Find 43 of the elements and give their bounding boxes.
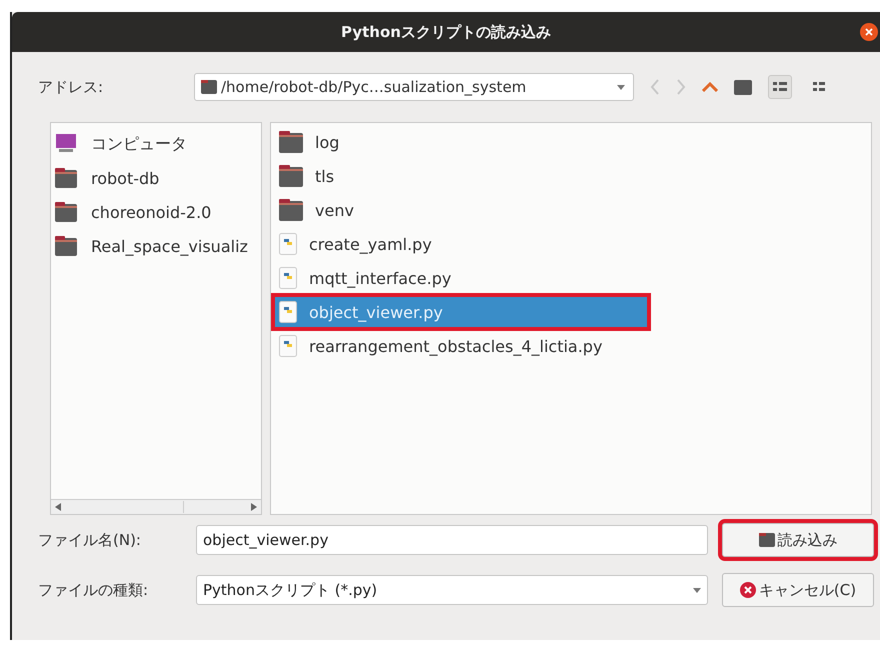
folder-icon [55,202,77,222]
sidebar-item[interactable]: コンピュータ [55,127,257,161]
python-file-icon [279,233,297,255]
folder-icon [55,236,77,256]
file-item[interactable]: rearrangement_obstacles_4_lictia.py [275,331,606,361]
filetype-label: ファイルの種類: [38,580,150,600]
list-icon [773,82,787,92]
folder-icon [279,131,303,153]
file-item[interactable]: log [275,127,344,157]
filename-label: ファイル名(N): [38,530,142,550]
filename-field[interactable]: object_viewer.py [196,525,708,555]
sidebar-item[interactable]: Real_space_visualiz [55,229,257,263]
python-file-icon [279,335,297,357]
horizontal-scrollbar[interactable] [51,499,261,514]
folder-icon [55,168,77,188]
cancel-button[interactable]: キャンセル(C) [722,573,874,607]
left-arrow-icon[interactable] [55,503,61,511]
caret-icon [617,84,625,90]
folder-icon [758,533,774,547]
file-item[interactable]: tls [275,161,338,191]
file-item[interactable]: venv [275,195,358,225]
sidebar-item[interactable]: choreonoid-2.0 [55,195,257,229]
filetype-dropdown[interactable]: Pythonスクリプト (*.py) [196,575,708,605]
file-item[interactable]: create_yaml.py [275,229,436,259]
up-icon[interactable] [702,82,718,92]
window-title: Pythonスクリプトの読み込み [341,22,551,42]
folder-icon [279,199,303,221]
right-arrow-icon[interactable] [251,503,257,511]
monitor-icon [55,134,77,154]
sidebar-item[interactable]: robot-db [55,161,257,195]
folder-icon[interactable] [734,80,752,94]
close-icon[interactable] [860,23,878,41]
list-view-button[interactable] [768,75,792,99]
folder-icon [201,80,217,94]
file-item[interactable]: mqtt_interface.py [275,263,456,293]
folder-icon [279,165,303,187]
python-file-icon [279,267,297,289]
list-icon [813,82,827,92]
address-dropdown[interactable]: /home/robot-db/Pyc…sualization_system [194,73,634,101]
address-label: アドレス: [38,78,104,96]
python-file-icon [279,301,297,323]
close-icon [740,582,756,598]
caret-icon [693,588,701,592]
